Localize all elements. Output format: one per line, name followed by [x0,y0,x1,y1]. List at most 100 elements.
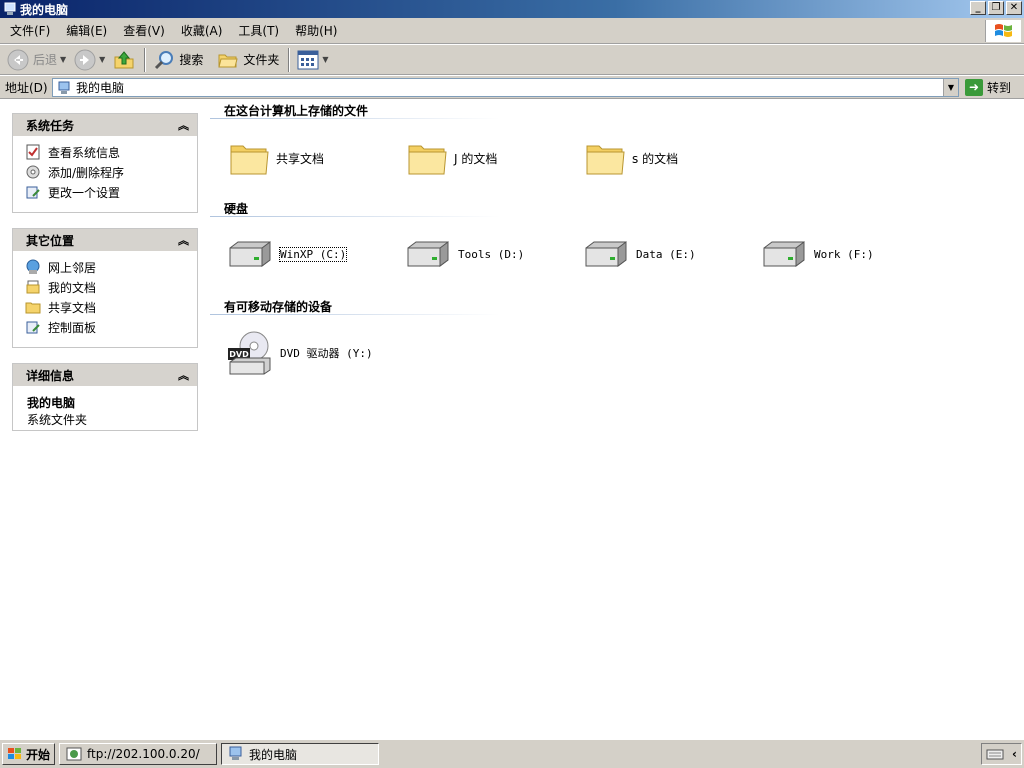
hard-drive-icon [763,241,805,267]
drive-label: Data (E:) [636,247,696,261]
menu-file[interactable]: 文件(F) [4,22,56,39]
task-label: 查看系统信息 [48,145,121,160]
folder-item[interactable]: 共享文档 [228,138,324,178]
task-change-setting[interactable]: 更改一个设置 [25,182,197,202]
windows-logo-icon [985,20,1021,42]
place-label: 我的文档 [48,280,97,295]
toolbar-separator [144,47,147,72]
menu-help[interactable]: 帮助(H) [289,22,343,39]
start-button[interactable]: 开始 [2,743,56,765]
place-shared-documents[interactable]: 共享文档 [25,297,197,317]
details-type: 系统文件夹 [27,413,88,427]
drive-item[interactable]: Tools (D:) [404,238,524,270]
folder-icon [408,145,447,175]
folder-item[interactable]: J 的文档 [406,138,497,178]
back-label: 后退 [33,53,58,67]
drive-item[interactable]: DVD DVD 驱动器 (Y:) [226,330,373,376]
menu-edit[interactable]: 编辑(E) [60,22,113,39]
go-label: 转到 [987,81,1012,95]
up-folder-button[interactable] [110,47,138,73]
title-bar[interactable]: 我的电脑 _ ❐ ✕ [0,0,1024,18]
task-add-remove-programs[interactable]: 添加/删除程序 [25,162,197,182]
forward-arrow-icon [74,49,96,70]
toolbar-separator [288,47,291,72]
place-control-panel[interactable]: 控制面板 [25,317,197,337]
views-dropdown-icon[interactable]: ▼ [322,55,328,64]
taskbar: 开始 ftp://202.100.0.20/ 我的电脑 ‹ [0,739,1024,768]
group-divider [210,118,500,119]
menu-view[interactable]: 查看(V) [117,22,171,39]
address-dropdown-icon[interactable]: ▼ [943,79,958,96]
collapse-icon[interactable]: ︽ [178,367,189,383]
place-label: 网上邻居 [48,260,97,275]
views-button[interactable]: ▼ [294,47,331,73]
go-arrow-icon: ➜ [965,79,983,96]
task-view-system-info[interactable]: 查看系统信息 [25,142,197,162]
taskbar-item-my-computer[interactable]: 我的电脑 [221,743,380,765]
back-button[interactable]: 后退 ▼ [4,47,69,73]
address-bar: 地址(D) 我的电脑 ▼ ➜ 转到 [0,76,1024,99]
details-panel: 详细信息 ︽ 我的电脑 系统文件夹 [12,363,198,431]
content-area: 在这台计算机上存储的文件 共享文档 J 的文档 s 的文档 硬盘 WinXP (… [210,100,1024,738]
add-remove-programs-icon [26,165,40,179]
other-places-title: 其它位置 [26,233,75,248]
details-name: 我的电脑 [27,396,76,410]
system-tasks-panel: 系统任务 ︽ 查看系统信息 添加/删除程序 更改一个设置 [12,113,198,213]
computer-icon [229,746,242,760]
keyboard-icon[interactable] [986,747,1004,761]
system-tasks-title: 系统任务 [26,118,75,133]
close-button[interactable]: ✕ [1006,1,1022,15]
group-divider [210,314,500,315]
tray-expand-icon[interactable]: ‹ [1012,747,1017,761]
system-info-icon [26,144,40,160]
drive-item[interactable]: WinXP (C:) [226,238,348,270]
menu-tools[interactable]: 工具(T) [232,22,285,39]
taskbar-item-ftp[interactable]: ftp://202.100.0.20/ [59,743,218,765]
collapse-icon[interactable]: ︽ [178,232,189,248]
drive-item[interactable]: Data (E:) [582,238,696,270]
address-label: 地址(D) [5,80,48,95]
folder-item[interactable]: s 的文档 [584,138,678,178]
group-title-hard-disks: 硬盘 [224,202,249,216]
system-tasks-header[interactable]: 系统任务 ︽ [13,114,197,136]
folder-icon [586,145,625,175]
restore-button[interactable]: ❐ [988,1,1004,15]
search-button[interactable]: 搜索 [150,47,206,73]
other-places-panel: 其它位置 ︽ 网上邻居 我的文档 共享文档 控制面板 [12,228,198,348]
toolbar: 后退 ▼ ▼ 搜索 文件夹 ▼ [0,45,1024,75]
minimize-button[interactable]: _ [970,1,986,15]
place-network[interactable]: 网上邻居 [25,257,197,277]
folder-label: 共享文档 [276,151,325,166]
task-label: 更改一个设置 [48,185,121,200]
forward-dropdown-icon[interactable]: ▼ [99,55,105,64]
address-input[interactable]: 我的电脑 ▼ [52,78,959,97]
go-button[interactable]: ➜ 转到 [965,78,1011,97]
hard-drive-icon [229,241,271,267]
hard-drive-icon [585,241,627,267]
my-documents-icon [26,280,40,294]
window-title: 我的电脑 [20,2,69,17]
taskbar-item-label: ftp://202.100.0.20/ [87,747,200,761]
windows-logo-icon [8,748,21,759]
group-divider [210,216,500,217]
folders-icon [218,54,238,67]
task-label: 添加/删除程序 [48,165,125,180]
place-my-documents[interactable]: 我的文档 [25,277,197,297]
other-places-header[interactable]: 其它位置 ︽ [13,229,197,251]
drive-label: DVD 驱动器 (Y:) [280,347,373,360]
folder-label: J 的文档 [454,151,498,166]
up-folder-icon [114,50,134,68]
drive-label: WinXP (C:) [278,246,348,262]
dvd-drive-icon: DVD [228,331,271,375]
drive-item[interactable]: Work (F:) [760,238,874,270]
folders-button[interactable]: 文件夹 [214,47,282,73]
forward-button[interactable]: ▼ [71,47,108,73]
search-label: 搜索 [179,53,204,67]
network-places-icon [26,259,40,274]
menu-favorites[interactable]: 收藏(A) [175,22,229,39]
group-title-stored-files: 在这台计算机上存储的文件 [224,104,369,118]
back-dropdown-icon[interactable]: ▼ [60,55,66,64]
details-header[interactable]: 详细信息 ︽ [13,364,197,386]
hard-drive-icon [407,241,449,267]
collapse-icon[interactable]: ︽ [178,117,189,133]
